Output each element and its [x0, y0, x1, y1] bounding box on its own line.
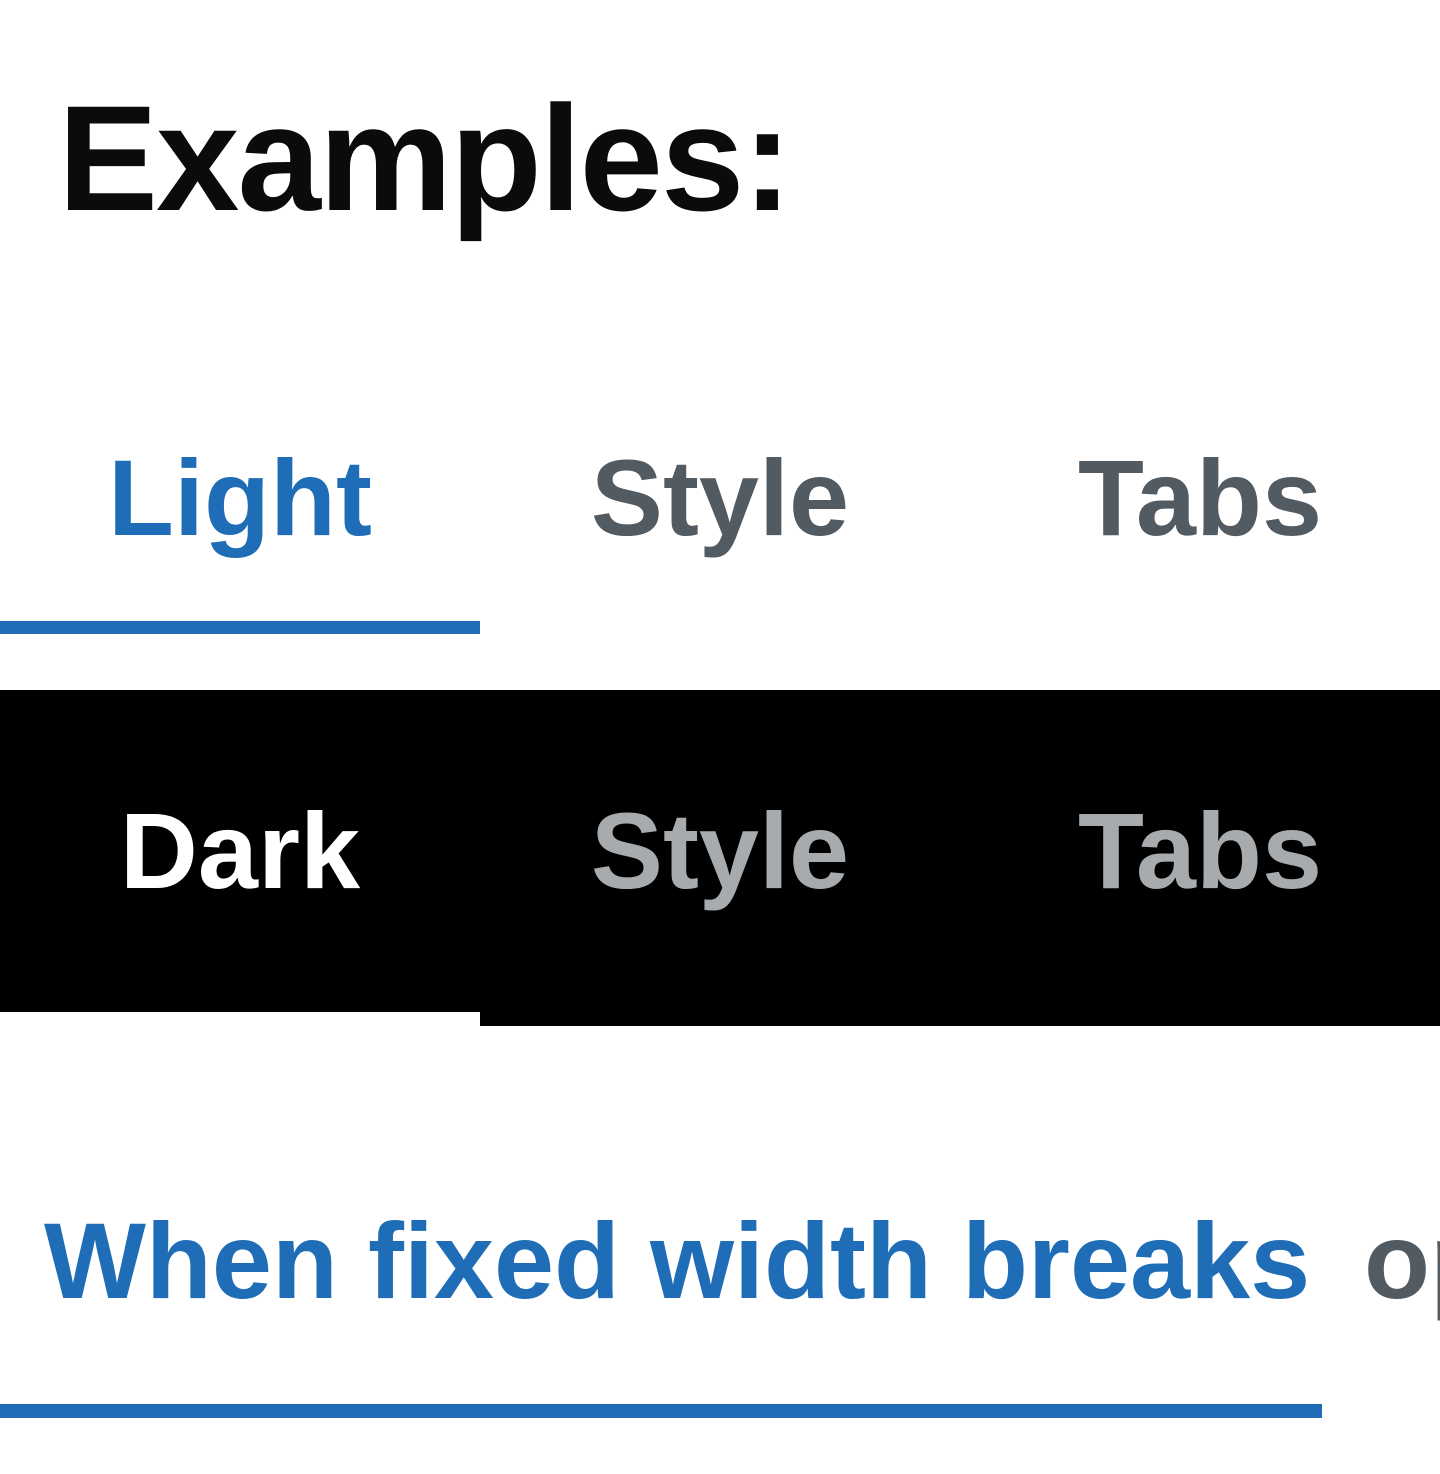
dark-tab-tabs[interactable]: Tabs	[960, 690, 1440, 1010]
light-active-indicator	[0, 621, 480, 634]
light-tab-bar: Light Style Tabs	[0, 380, 1440, 634]
overflow-active-indicator	[0, 1404, 1322, 1418]
dark-tab-dark[interactable]: Dark	[0, 690, 480, 1010]
light-tab-tabs[interactable]: Tabs	[960, 380, 1440, 614]
overflow-tab-fixed-width[interactable]: When fixed width breaks	[44, 1170, 1310, 1350]
dark-tab-style[interactable]: Style	[480, 690, 960, 1010]
light-tab-style[interactable]: Style	[480, 380, 960, 614]
overflow-tab-clipped[interactable]: op	[1364, 1170, 1440, 1350]
overflow-tab-bar: When fixed width breaks op	[0, 1170, 1440, 1420]
examples-page: Examples: Light Style Tabs Dark Style Ta…	[0, 0, 1440, 1474]
dark-tab-bar: Dark Style Tabs	[0, 690, 1440, 1026]
page-title: Examples:	[58, 74, 792, 242]
light-tab-light[interactable]: Light	[0, 380, 480, 614]
dark-active-indicator	[0, 1012, 480, 1026]
